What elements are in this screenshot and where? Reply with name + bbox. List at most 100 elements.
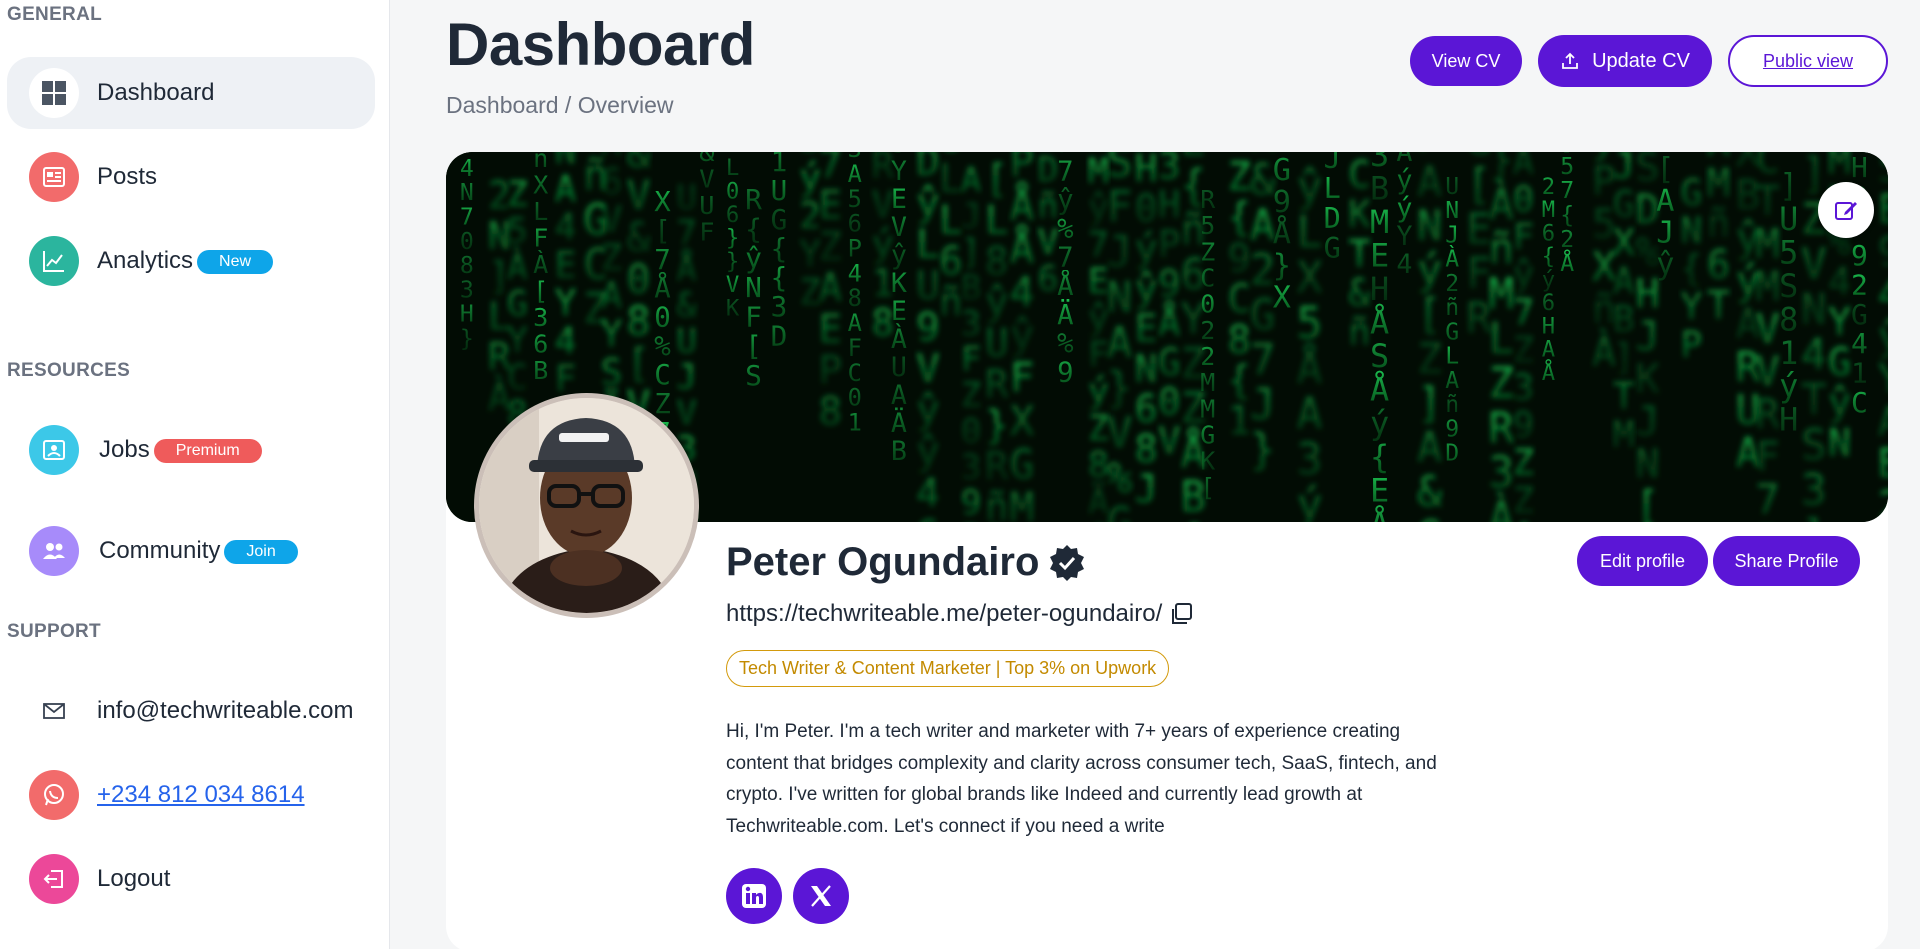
sidebar-item-whatsapp[interactable]: +234 812 034 8614 <box>7 759 375 831</box>
svg-text:E: E <box>1878 186 1888 233</box>
svg-text:A: A <box>1445 368 1459 394</box>
svg-text:T: T <box>1348 231 1371 275</box>
svg-text:A: A <box>1542 337 1555 363</box>
svg-text:6: 6 <box>601 160 623 203</box>
svg-text:V: V <box>1755 305 1779 353</box>
breadcrumb[interactable]: Dashboard / Overview <box>446 92 674 119</box>
copy-icon[interactable] <box>1168 601 1194 627</box>
sidebar-item-analytics[interactable]: Analytics New <box>7 225 375 297</box>
sidebar-item-logout[interactable]: Logout <box>7 843 375 915</box>
svg-text:8: 8 <box>848 284 862 312</box>
svg-text:1: 1 <box>1851 357 1868 390</box>
view-cv-label: View CV <box>1431 50 1501 71</box>
svg-text:[: [ <box>626 341 650 387</box>
svg-text:S: S <box>601 350 623 393</box>
svg-text:K: K <box>891 268 907 299</box>
logout-icon <box>29 854 79 904</box>
sidebar-item-community[interactable]: Community Join <box>7 515 375 587</box>
sidebar-item-email[interactable]: info@techwriteable.com <box>7 675 375 747</box>
svg-text:J: J <box>1250 380 1276 430</box>
svg-text:ŷ: ŷ <box>916 180 940 226</box>
svg-text:G: G <box>1158 340 1181 384</box>
svg-text:Z: Z <box>654 389 671 420</box>
svg-text:7: 7 <box>654 245 671 276</box>
sidebar-item-label: Community <box>99 537 221 564</box>
svg-text:6: 6 <box>939 240 963 285</box>
svg-text:X: X <box>1613 221 1635 264</box>
svg-text:ý: ý <box>1779 367 1798 405</box>
svg-text:Å: Å <box>1010 225 1035 273</box>
svg-text:M: M <box>1613 413 1635 456</box>
svg-text:A: A <box>848 309 862 337</box>
sidebar-item-jobs[interactable]: Jobs Premium <box>7 414 375 486</box>
svg-text:]: ] <box>1417 378 1442 427</box>
svg-text:4: 4 <box>1801 330 1827 380</box>
sidebar-item-posts[interactable]: Posts <box>7 141 375 213</box>
public-view-button[interactable]: Public view <box>1728 35 1888 87</box>
svg-text:ŷ: ŷ <box>916 429 940 475</box>
svg-text:[: [ <box>1513 518 1535 522</box>
svg-text:Å: Å <box>1158 301 1181 345</box>
svg-text:Y: Y <box>601 312 623 355</box>
svg-text:D: D <box>771 319 788 352</box>
svg-text:1: 1 <box>1228 399 1251 444</box>
envelope-icon <box>29 686 79 736</box>
svg-text:Y: Y <box>1828 300 1851 345</box>
svg-text:0: 0 <box>848 384 862 412</box>
view-cv-button[interactable]: View CV <box>1410 36 1522 86</box>
svg-text:2: 2 <box>1200 342 1215 371</box>
svg-text:Å: Å <box>1370 304 1389 342</box>
svg-text:7: 7 <box>460 204 474 230</box>
sidebar-item-label: Dashboard <box>97 79 215 106</box>
profile-url[interactable]: https://techwriteable.me/peter-ogundairo… <box>726 600 1162 628</box>
phone-link[interactable]: +234 812 034 8614 <box>97 781 305 809</box>
sidebar-item-dashboard[interactable]: Dashboard <box>7 57 375 129</box>
dashboard-grid-icon <box>29 68 79 118</box>
svg-text:]: ] <box>1801 511 1827 522</box>
svg-text:G: G <box>1106 499 1132 522</box>
svg-text:{: { <box>771 261 788 294</box>
avatar[interactable] <box>474 393 699 618</box>
edit-profile-button[interactable]: Edit profile <box>1577 536 1708 586</box>
svg-text:A: A <box>818 266 842 311</box>
svg-text:F: F <box>699 217 714 246</box>
svg-text:L: L <box>939 198 963 243</box>
edit-icon <box>1833 197 1859 223</box>
svg-text:B: B <box>891 436 907 467</box>
svg-text:R: R <box>985 363 1009 408</box>
svg-text:M: M <box>1200 368 1215 397</box>
svg-text:4: 4 <box>916 471 940 517</box>
svg-text:0: 0 <box>1200 290 1215 319</box>
svg-text:Å: Å <box>654 273 671 305</box>
share-profile-button[interactable]: Share Profile <box>1713 536 1860 586</box>
svg-text:4: 4 <box>555 205 577 248</box>
svg-text:D: D <box>1324 201 1341 235</box>
svg-text:7: 7 <box>1755 475 1779 522</box>
share-profile-label: Share Profile <box>1734 550 1839 571</box>
svg-text:8: 8 <box>985 240 1009 285</box>
svg-text:N: N <box>1106 273 1132 323</box>
x-icon <box>808 883 834 909</box>
whatsapp-icon <box>29 770 79 820</box>
svg-text:R: R <box>1488 404 1514 453</box>
svg-text:ý: ý <box>1370 404 1389 442</box>
edit-cover-button[interactable] <box>1818 182 1874 238</box>
x-twitter-button[interactable] <box>793 868 849 924</box>
svg-text:H: H <box>1370 270 1389 308</box>
linkedin-button[interactable] <box>726 868 782 924</box>
svg-text:%: % <box>1057 329 1073 360</box>
sidebar-item-label: info@techwriteable.com <box>97 697 354 724</box>
svg-text:}: } <box>985 404 1009 449</box>
public-view-label: Public view <box>1762 50 1854 71</box>
update-cv-button[interactable]: Update CV <box>1538 35 1712 87</box>
svg-text:C: C <box>1228 277 1251 322</box>
svg-text:8: 8 <box>818 390 842 435</box>
svg-text:8: 8 <box>460 253 474 279</box>
svg-text:ŷ: ŷ <box>1297 163 1323 213</box>
svg-text:{: { <box>1560 203 1574 229</box>
svg-text:À: À <box>1513 152 1535 183</box>
svg-text:V: V <box>626 173 650 219</box>
svg-text:B: B <box>1878 440 1888 487</box>
svg-text:0: 0 <box>626 257 650 303</box>
svg-text:A: A <box>555 167 577 210</box>
